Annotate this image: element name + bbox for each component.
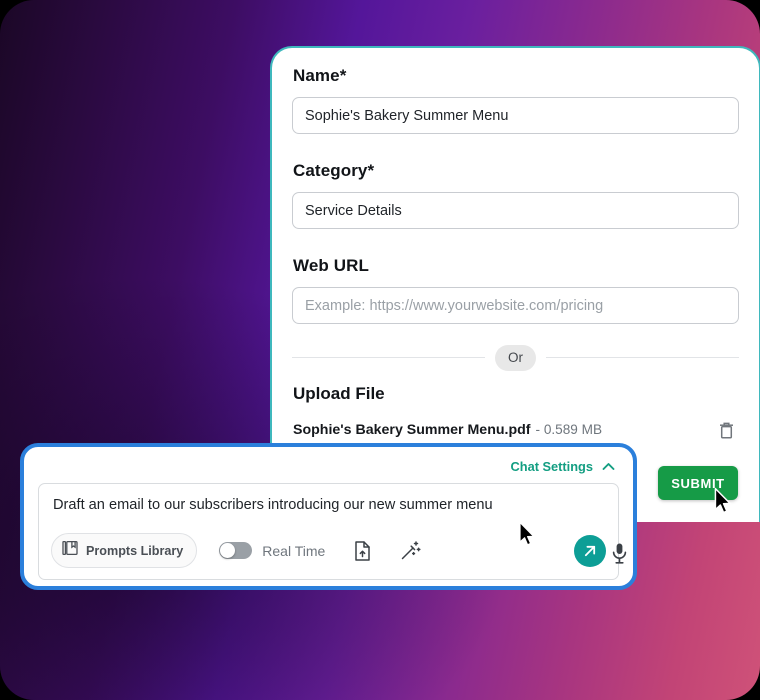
toggle-knob [220, 543, 236, 558]
prompts-library-button[interactable]: Prompts Library [51, 533, 198, 568]
microphone-icon[interactable] [607, 540, 631, 568]
name-input[interactable]: Sophie's Bakery Summer Menu [292, 97, 739, 134]
or-pill-label: Or [495, 345, 536, 371]
chat-input-box[interactable]: Draft an email to our subscribers introd… [38, 483, 619, 580]
web-url-label: Web URL [293, 256, 369, 275]
chat-input-text: Draft an email to our subscribers introd… [53, 497, 493, 513]
upload-file-label: Upload File [293, 383, 385, 403]
chat-settings-row: Chat Settings [38, 455, 619, 477]
book-library-icon [62, 540, 78, 561]
send-button[interactable] [574, 534, 606, 567]
category-label: Category* [293, 161, 375, 180]
web-url-input[interactable]: Example: https://www.yourwebsite.com/pri… [292, 287, 739, 324]
chevron-up-icon[interactable] [602, 460, 615, 473]
uploaded-file-row: Sophie's Bakery Summer Menu.pdf - 0.589 … [293, 417, 739, 443]
name-label: Name* [293, 66, 347, 85]
chat-settings-button[interactable]: Chat Settings [511, 459, 593, 474]
real-time-label: Real Time [262, 542, 326, 559]
submit-button[interactable]: SUBMIT [658, 466, 738, 500]
or-divider: Or [292, 345, 739, 371]
prompts-library-label: Prompts Library [86, 543, 184, 558]
screenshot-stage: Name* Sophie's Bakery Summer Menu Catego… [0, 0, 760, 700]
trash-icon[interactable] [713, 417, 739, 443]
uploaded-file-size: - 0.589 MB [535, 422, 603, 437]
file-upload-icon[interactable] [351, 540, 373, 562]
divider-line-right [546, 357, 739, 359]
divider-line-left [292, 357, 485, 359]
real-time-toggle[interactable] [219, 542, 253, 559]
chat-widget: Chat Settings Draft an email to our subs… [20, 443, 637, 590]
chat-toolbar: Prompts Library Real Time [51, 533, 606, 568]
uploaded-file-name: Sophie's Bakery Summer Menu.pdf [293, 421, 531, 438]
category-input[interactable]: Service Details [292, 192, 739, 229]
magic-wand-icon[interactable] [399, 540, 421, 562]
